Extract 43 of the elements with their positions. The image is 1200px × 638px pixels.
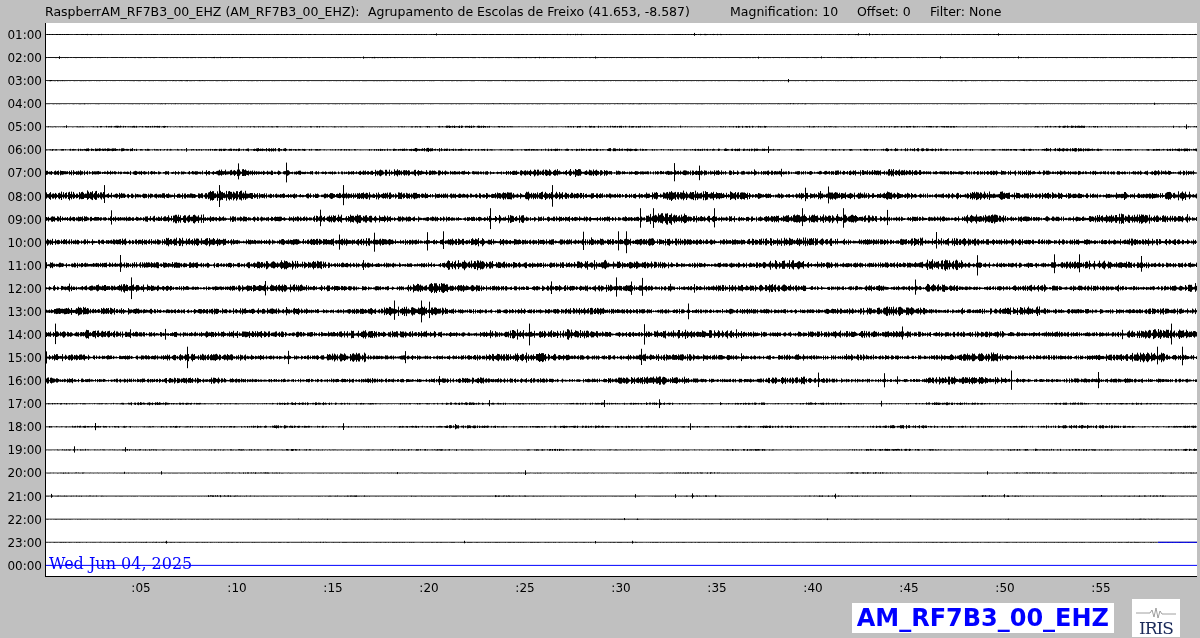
hour-label: 08:00 (6, 188, 43, 206)
hour-label: 06:00 (6, 142, 43, 160)
station-title: RaspberrAM_RF7B3_00_EHZ (AM_RF7B3_00_EHZ): (45, 4, 361, 20)
filter-text: Filter: None (930, 4, 1002, 20)
minute-tick-label: :05 (130, 581, 152, 596)
minute-tick-label: :30 (610, 581, 632, 596)
hour-label: 01:00 (6, 26, 43, 44)
logo: IRIS (1132, 599, 1180, 638)
hour-label: 17:00 (6, 396, 43, 414)
hour-label: 04:00 (6, 96, 43, 114)
hour-label: 18:00 (6, 419, 43, 437)
hour-label: 14:00 (6, 327, 43, 344)
minute-tick-label: :35 (706, 581, 728, 596)
hour-label: 03:00 (6, 73, 43, 91)
minute-tick-label: :15 (322, 581, 344, 596)
hour-label: 21:00 (6, 488, 43, 506)
hour-label: 23:00 (6, 534, 43, 552)
hour-label: 22:00 (6, 511, 43, 529)
location-text: Agrupamento de Escolas de Freixo (41.653, -8.587) (368, 4, 691, 20)
hour-label: 05:00 (6, 119, 43, 137)
hour-label: 02:00 (6, 50, 43, 68)
channel-label: AM_RF7B3_00_EHZ (851, 603, 1114, 634)
hour-label: 07:00 (6, 165, 43, 183)
hour-label: 09:00 (6, 211, 43, 229)
minute-tick-label: :10 (226, 581, 248, 596)
hour-label: 19:00 (6, 442, 43, 460)
hour-label: 20:00 (6, 465, 43, 483)
hour-label: 13:00 (6, 303, 43, 321)
minute-tick-label: :50 (994, 581, 1016, 596)
hour-label: 15:00 (6, 350, 43, 368)
offset-text: Offset: 0 (857, 4, 912, 20)
minute-tick-label: :40 (802, 581, 824, 596)
hour-label: 11:00 (6, 257, 43, 275)
minute-tick-label: :25 (514, 581, 536, 596)
waveform-icon (1136, 607, 1176, 620)
hour-label: 00:00 (6, 557, 43, 575)
minute-tick-label: :20 (418, 581, 440, 596)
hour-label: 12:00 (6, 280, 43, 298)
minute-tick-label: :55 (1090, 581, 1112, 596)
hour-label: 10:00 (6, 234, 43, 252)
magnification-text: Magnification: 10 (730, 4, 840, 20)
hour-label: 16:00 (6, 373, 43, 391)
minute-tick-label: :45 (898, 581, 920, 596)
